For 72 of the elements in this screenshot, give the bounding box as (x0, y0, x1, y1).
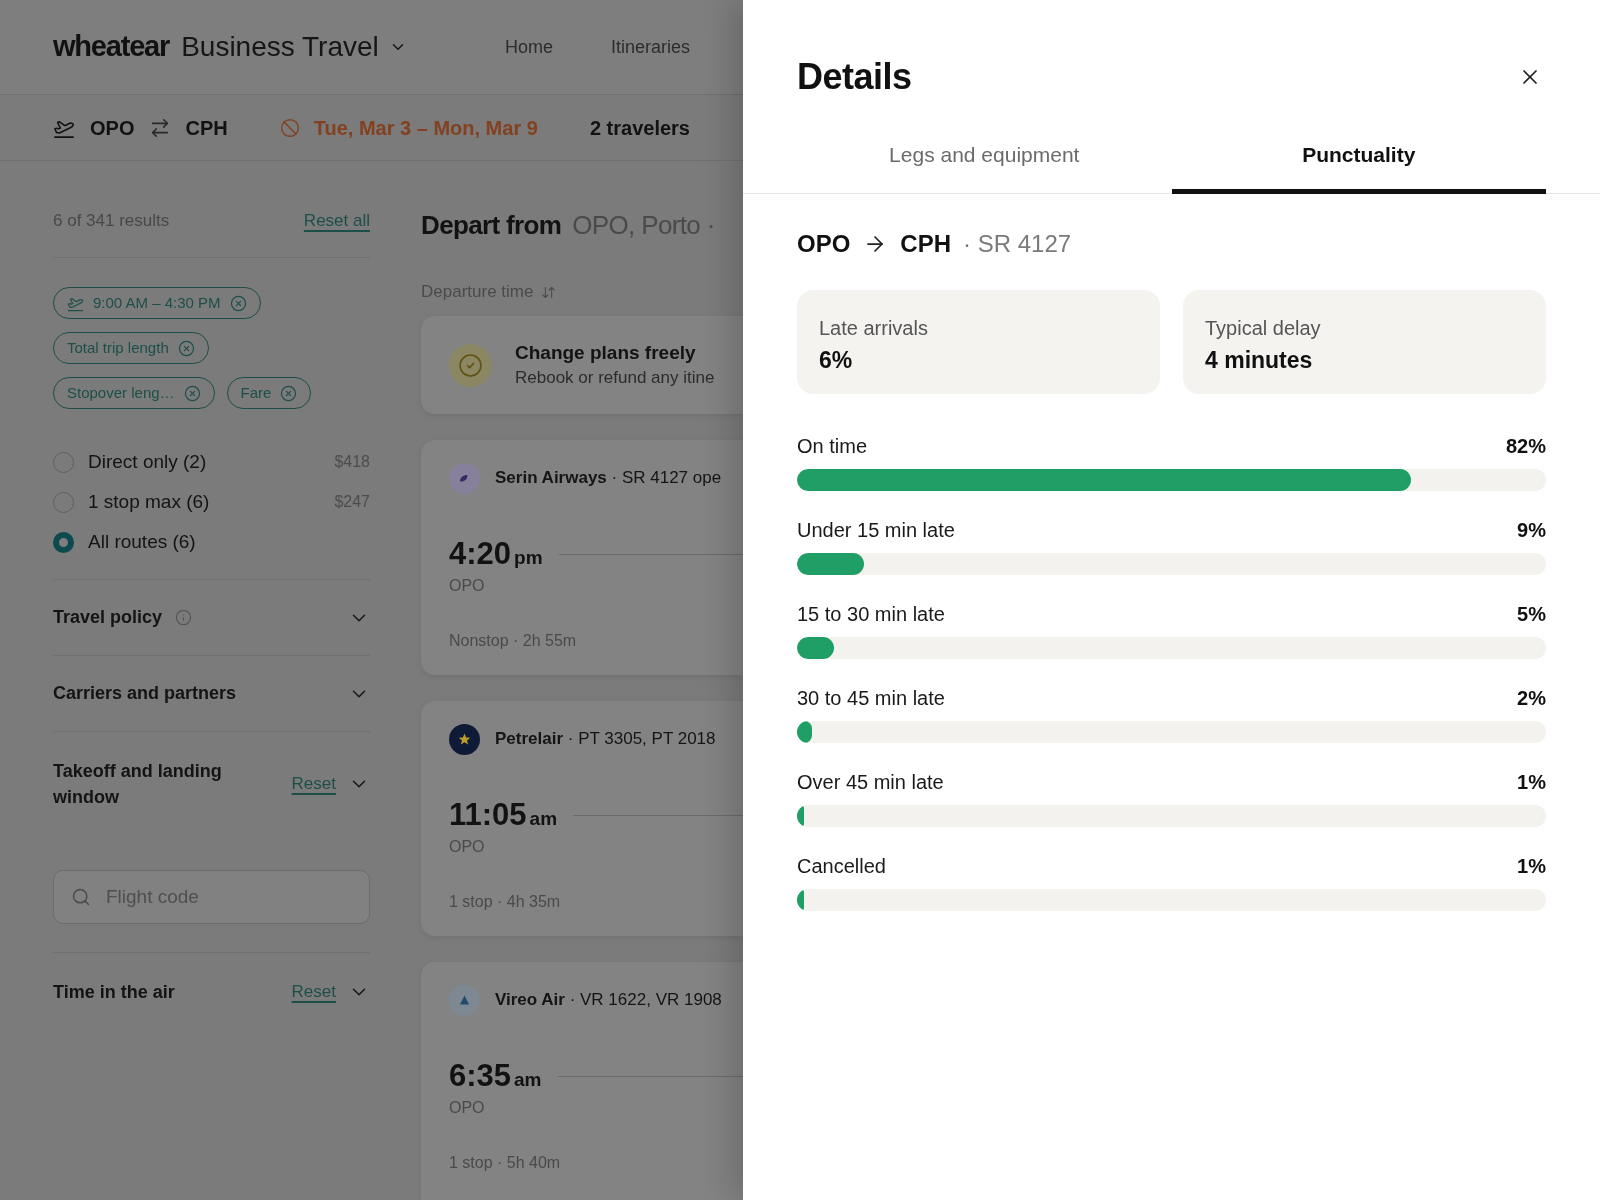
flight-card[interactable]: Petrelair · PT 3305, PT 2018 11:05 am OPO 1 stop · 4h 35m (421, 701, 743, 936)
brand-logo: wheatear (53, 29, 170, 65)
tab[interactable]: Punctuality (1171, 130, 1546, 194)
bar-label: On time (797, 434, 868, 459)
prohibited-icon (279, 117, 300, 138)
promo-text: Rebook or refund any itine (515, 367, 715, 389)
nav-link[interactable]: Itineraries (610, 33, 690, 61)
bar-value: 1% (1517, 854, 1546, 879)
section-title: Time in the air (53, 981, 176, 1004)
bar-value: 2% (1517, 686, 1546, 711)
airline-name: Petrelair · PT 3305, PT 2018 (495, 728, 716, 751)
section-title: Carriers and partners (53, 682, 237, 705)
departure-time: 11:05 (449, 797, 527, 833)
time-period: am (514, 1068, 542, 1092)
radio-button[interactable] (53, 531, 74, 553)
destination-code: CPH (185, 115, 228, 141)
x-circle-icon (280, 384, 298, 402)
time-period: pm (514, 546, 543, 570)
airport-code: OPO (449, 1098, 485, 1118)
reset-link[interactable]: Reset (291, 771, 336, 797)
flight-card[interactable]: Vireo Air · VR 1622, VR 1908 6:35 am OPO 1 stop · 5h 40m (421, 962, 743, 1200)
bar-label: 15 to 30 min late (797, 602, 945, 627)
search-icon (71, 887, 91, 907)
bar-label: Under 15 min late (797, 518, 955, 543)
radio-label: 1 stop max (6) (88, 489, 210, 514)
departure-time: 6:35 (449, 1058, 512, 1094)
bar-value: 9% (1517, 518, 1546, 543)
triangle-logo-icon (449, 984, 480, 1016)
x-circle-icon (183, 384, 201, 402)
stat-label: Late arrivals (819, 316, 928, 340)
section-title: Takeoff and landing window (53, 760, 223, 809)
stat-label: Typical delay (1205, 316, 1321, 340)
airline-name: Vireo Air · VR 1622, VR 1908 (495, 989, 722, 1012)
time-period: am (529, 807, 558, 831)
x-circle-icon (177, 339, 195, 357)
results-heading: Depart from (421, 208, 562, 242)
star-logo-icon (449, 723, 480, 755)
flight-number: · SR 4127 (963, 229, 1072, 259)
flight-summary: 1 stop · 5h 40m (449, 1153, 561, 1173)
crescent-logo-icon (449, 462, 480, 494)
section-title: Travel policy (53, 606, 163, 629)
reset-all-link[interactable]: Reset all (303, 208, 370, 234)
bar-value: 82% (1505, 434, 1546, 459)
x-circle-icon (229, 294, 247, 312)
bar-value: 5% (1517, 602, 1546, 627)
panel-title: Details (797, 55, 912, 99)
bar-label: Over 45 min late (797, 770, 944, 795)
tab[interactable]: Legs and equipment (797, 130, 1172, 194)
departure-time: 4:20 (449, 536, 512, 572)
flight-summary: Nonstop · 2h 55m (449, 631, 577, 651)
flight-summary: 1 stop · 4h 35m (449, 892, 561, 912)
origin-code: OPO (90, 115, 135, 141)
sort-arrows-icon (541, 284, 557, 300)
airport-code: OPO (449, 837, 485, 857)
bar-value: 1% (1517, 770, 1546, 795)
radio-label: Direct only (2) (88, 449, 207, 474)
stat-value: 4 minutes (1205, 346, 1313, 374)
flight-card[interactable]: Serin Airways · SR 4127 ope 4:20 pm OPO Nonstop · 2h 55m (421, 440, 743, 675)
bar-label: 30 to 45 min late (797, 686, 945, 711)
airline-name: Serin Airways · SR 4127 ope (495, 467, 722, 490)
nav-link[interactable]: Home (504, 33, 553, 61)
airport-code: OPO (449, 576, 485, 596)
product-switcher[interactable]: Business Travel (181, 26, 407, 68)
promo-title: Change plans freely (515, 341, 697, 365)
route-origin: OPO (797, 229, 851, 259)
radio-label: All routes (6) (88, 529, 196, 554)
bar-label: Cancelled (797, 854, 886, 879)
travelers-count: 2 travelers (589, 115, 690, 141)
stat-value: 6% (819, 346, 853, 374)
reset-link[interactable]: Reset (291, 979, 336, 1005)
date-range: Tue, Mar 3 – Mon, Mar 9 (313, 115, 538, 141)
route-destination: CPH (900, 229, 951, 259)
